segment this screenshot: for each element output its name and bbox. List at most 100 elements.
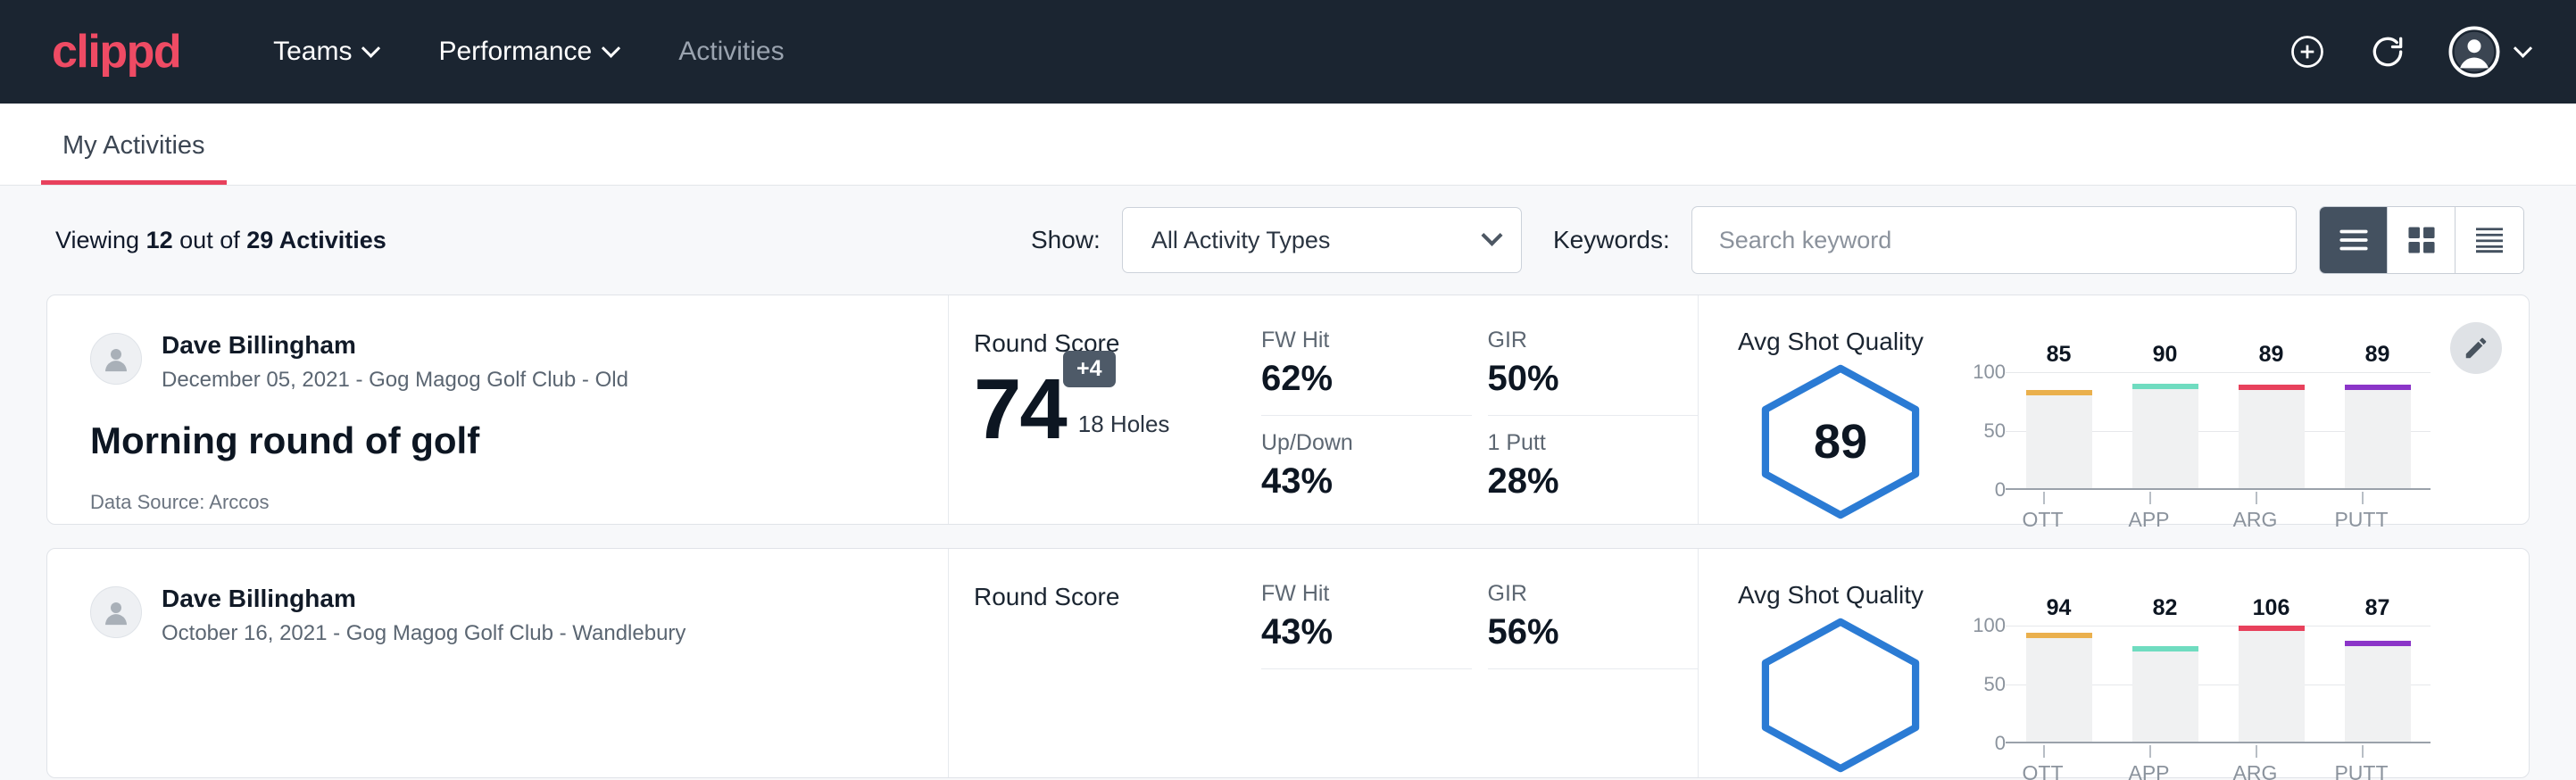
x-tick-label: OTT — [2023, 761, 2064, 780]
keywords-label: Keywords: — [1553, 226, 1670, 254]
round-score-column: Round Score — [949, 549, 1261, 777]
stat-label: GIR — [1488, 328, 1675, 353]
activity-author: Dave Billingham December 05, 2021 - Gog … — [90, 329, 948, 393]
brand-logo[interactable]: clippd — [52, 29, 180, 75]
shot-quality-chart: 100 50 0 85 — [1943, 363, 2431, 532]
stats-column: FW Hit 43% GIR 56% — [1261, 549, 1699, 777]
round-score-label: Round Score — [974, 583, 1261, 611]
nav-item-performance[interactable]: Performance — [408, 37, 648, 67]
x-label-arg: ARG — [2202, 745, 2308, 780]
shot-quality-chart: 100 50 0 94 — [1943, 617, 2431, 780]
shot-quality-column: Avg Shot Quality 100 50 0 — [1699, 549, 2529, 777]
activity-card[interactable]: Dave Billingham December 05, 2021 - Gog … — [46, 295, 2530, 525]
edit-activity-button[interactable] — [2450, 322, 2502, 374]
bar-value: 94 — [2006, 595, 2112, 621]
filter-bar: Viewing 12 out of 29 Activities Show: Al… — [0, 186, 2576, 295]
user-menu[interactable] — [2448, 26, 2530, 78]
holes-played: 18 Holes — [1078, 411, 1170, 449]
chart-bars: 94 82 106 — [2006, 626, 2431, 742]
x-tick-label: APP — [2128, 508, 2169, 531]
chart-x-axis-line — [2006, 488, 2431, 490]
nav-item-teams[interactable]: Teams — [243, 37, 408, 67]
chart-y-axis: 100 50 0 — [1959, 626, 2006, 743]
nav-item-activities-label: Activities — [678, 37, 784, 67]
chevron-down-icon — [602, 38, 620, 57]
x-label-app: APP — [2096, 745, 2202, 780]
stat-value: 50% — [1488, 359, 1675, 399]
x-tick-label: PUTT — [2334, 761, 2388, 780]
compact-view-button[interactable] — [2456, 207, 2523, 273]
bar-value: 90 — [2112, 342, 2218, 368]
search-input[interactable]: Search keyword — [1691, 206, 2297, 274]
bar-value: 106 — [2218, 595, 2324, 621]
tab-my-activities[interactable]: My Activities — [41, 131, 227, 185]
y-tick-100: 100 — [1973, 361, 2006, 384]
chart-bar-arg: 106 — [2218, 626, 2324, 742]
view-toggle-group — [2319, 206, 2524, 274]
viewing-middle: out of — [179, 227, 240, 253]
round-score-value-group: 74 +4 18 Holes — [974, 370, 1261, 449]
bar-cap — [2132, 646, 2198, 651]
top-navigation-bar: clippd Teams Performance Activities — [0, 0, 2576, 104]
round-score-label: Round Score — [974, 329, 1261, 358]
stat-gir: GIR 50% — [1488, 328, 1699, 416]
chart-x-axis: OTT APP ARG PUTT — [1990, 492, 2414, 532]
activity-date-course: October 16, 2021 - Gog Magog Golf Club -… — [162, 621, 686, 646]
round-score-column: Round Score 74 +4 18 Holes — [949, 295, 1261, 524]
chevron-down-icon — [2514, 38, 2532, 57]
chart-bar-app: 82 — [2112, 626, 2218, 742]
stat-label: FW Hit — [1261, 328, 1449, 353]
avatar — [90, 333, 142, 385]
stat-value: 28% — [1488, 461, 1675, 502]
stat-value: 43% — [1261, 461, 1449, 502]
chart-bar-ott: 94 — [2006, 626, 2112, 742]
grid-view-button[interactable] — [2388, 207, 2456, 273]
activity-author: Dave Billingham October 16, 2021 - Gog M… — [90, 583, 948, 646]
viewing-total: 29 Activities — [246, 227, 386, 253]
nav-item-activities[interactable]: Activities — [648, 37, 814, 67]
list-view-button[interactable] — [2320, 207, 2388, 273]
show-label: Show: — [1031, 226, 1101, 254]
x-label-arg: ARG — [2202, 492, 2308, 532]
chart-x-axis: OTT APP ARG PUTT — [1990, 745, 2414, 780]
main-nav-links: Teams Performance Activities — [243, 37, 814, 67]
chart-bar-arg: 89 — [2218, 372, 2324, 488]
stat-fw-hit: FW Hit 62% — [1261, 328, 1472, 416]
bar-cap — [2026, 390, 2092, 395]
tab-bar: My Activities — [0, 104, 2576, 186]
bar-cap — [2026, 633, 2092, 638]
chart-plot-area: 94 82 106 — [2006, 626, 2431, 743]
round-score-value: 74 — [974, 370, 1066, 449]
x-label-putt: PUTT — [2308, 745, 2414, 780]
activity-date-course: December 05, 2021 - Gog Magog Golf Club … — [162, 368, 628, 393]
activity-type-select[interactable]: All Activity Types — [1122, 207, 1522, 273]
chart-y-axis: 100 50 0 — [1959, 372, 2006, 490]
player-name: Dave Billingham — [162, 329, 628, 361]
avatar — [90, 586, 142, 638]
x-label-ott: OTT — [1990, 745, 2096, 780]
stat-label: GIR — [1488, 581, 1675, 607]
y-tick-50: 50 — [1984, 419, 2006, 443]
bar-cap — [2345, 385, 2411, 390]
bar-value: 85 — [2006, 342, 2112, 368]
stats-column: FW Hit 62% GIR 50% Up/Down 43% 1 Putt 28… — [1261, 295, 1699, 524]
shot-quality-column: Avg Shot Quality 89 100 50 0 — [1699, 295, 2529, 524]
activity-card[interactable]: Dave Billingham October 16, 2021 - Gog M… — [46, 548, 2530, 778]
refresh-icon[interactable] — [2368, 32, 2407, 71]
x-label-app: APP — [2096, 492, 2202, 532]
x-label-ott: OTT — [1990, 492, 2096, 532]
viewing-prefix: Viewing — [55, 227, 139, 253]
y-tick-50: 50 — [1984, 673, 2006, 696]
activity-meta-column: Dave Billingham December 05, 2021 - Gog … — [47, 295, 949, 524]
stat-value: 56% — [1488, 612, 1675, 652]
nav-item-performance-label: Performance — [438, 37, 592, 67]
stat-value: 43% — [1261, 612, 1449, 652]
stat-up-down — [1261, 669, 1472, 684]
x-label-putt: PUTT — [2308, 492, 2414, 532]
activity-data-source: Data Source: Arccos — [90, 491, 948, 514]
viewing-count: 12 — [146, 227, 173, 253]
add-icon[interactable] — [2288, 32, 2327, 71]
shot-quality-value: 89 — [1738, 414, 1943, 469]
shot-quality-body: 89 100 50 0 — [1738, 363, 2529, 532]
x-tick-label: APP — [2128, 761, 2169, 780]
